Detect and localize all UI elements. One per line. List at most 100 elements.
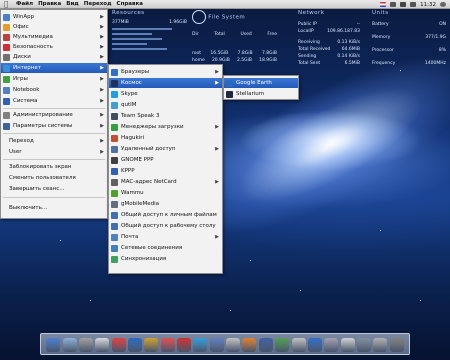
menu-item-label: Team Speak 3 bbox=[121, 113, 160, 119]
menu-item-user[interactable]: User ▶ bbox=[1, 147, 107, 157]
submenu-item-teamspeak[interactable]: Team Speak 3 bbox=[109, 111, 222, 121]
menu-view[interactable]: Вид bbox=[66, 1, 79, 7]
menu-help[interactable]: Справка bbox=[117, 1, 143, 7]
dock-app-icon[interactable] bbox=[340, 338, 355, 352]
menu-item-system[interactable]: Система ▶ bbox=[1, 96, 107, 106]
dock-app-icon[interactable] bbox=[373, 338, 388, 352]
conky-net-value: 0.13 KiB/s bbox=[337, 40, 360, 45]
conky-fs-cell: 18.9GiB bbox=[259, 58, 277, 63]
dock-app-icon[interactable] bbox=[209, 338, 224, 352]
dock-app-icon[interactable] bbox=[258, 338, 273, 352]
submenu-item-kppp[interactable]: KPPP bbox=[109, 166, 222, 176]
menu-item-office[interactable]: Офис ▶ bbox=[1, 22, 107, 32]
dock-app-icon[interactable] bbox=[291, 338, 306, 352]
submenu-item-browsers[interactable]: Браузеры ▶ bbox=[109, 67, 222, 77]
menu-item-administration[interactable]: Администрирование ▶ bbox=[1, 110, 107, 120]
menu-item-places[interactable]: Переход ▶ bbox=[1, 136, 107, 146]
conky-memory-total: 1.96GiB bbox=[169, 20, 187, 25]
submenu-item-skype[interactable]: Skype bbox=[109, 89, 222, 99]
submenu-arrow-icon: ▶ bbox=[100, 54, 104, 60]
apple-logo-icon[interactable]:  bbox=[4, 0, 12, 8]
menu-file[interactable]: Файл bbox=[16, 1, 33, 7]
dock-app-icon[interactable] bbox=[389, 338, 404, 352]
dock-app-icon[interactable] bbox=[193, 338, 208, 352]
menu-item-multimedia[interactable]: Мультимедиа ▶ bbox=[1, 32, 107, 42]
network-icon[interactable] bbox=[390, 2, 397, 7]
menu-item-label: Сменить пользователя bbox=[9, 175, 76, 181]
dock-app-icon[interactable] bbox=[144, 338, 159, 352]
menu-item-label: Завершить сеанс... bbox=[9, 186, 65, 192]
submenu-item-file-sharing[interactable]: Общий доступ к личным файлам bbox=[109, 210, 222, 220]
conky-fs-cell: root bbox=[192, 51, 202, 56]
volume-icon[interactable] bbox=[410, 2, 417, 7]
dock-app-icon[interactable] bbox=[357, 338, 371, 352]
menu-item-lock-screen[interactable]: Заблокировать экран bbox=[1, 162, 107, 172]
dock-app-icon[interactable] bbox=[62, 338, 77, 352]
internet-icon bbox=[3, 64, 10, 72]
application-menu: WinApp ▶ Офис ▶ Мультимедиа ▶ Безопасность ▶… bbox=[0, 9, 108, 219]
dock-app-icon[interactable] bbox=[242, 338, 257, 352]
submenu-item-space[interactable]: Космос ▶ bbox=[109, 78, 222, 88]
submenu-item-mac-address[interactable]: MAC-адрес NetCard ▶ bbox=[109, 177, 222, 187]
menu-item-winapp[interactable]: WinApp ▶ bbox=[1, 12, 107, 22]
submenu-item-network-connections[interactable]: Сетевые соединения bbox=[109, 243, 222, 253]
menu-item-label: Stellarium bbox=[236, 91, 265, 97]
dock-app-icon[interactable] bbox=[177, 338, 192, 352]
menu-item-label: qutIM bbox=[121, 102, 137, 108]
menu-item-notebook[interactable]: Notebook ▶ bbox=[1, 85, 107, 95]
submenu-item-mail[interactable]: Почта ▶ bbox=[109, 232, 222, 242]
menu-item-label: Hagukiri bbox=[121, 135, 144, 141]
menu-edit[interactable]: Правка bbox=[38, 1, 61, 7]
conky-unit-label: Memory bbox=[372, 35, 391, 40]
submenu-item-gnome-ppp[interactable]: GNOME PPP bbox=[109, 155, 222, 165]
flag-icon[interactable] bbox=[380, 2, 387, 7]
dock-app-icon[interactable] bbox=[324, 338, 339, 352]
menu-item-label: Общий доступ к рабочему столу bbox=[121, 223, 216, 229]
menu-item-label: Wammu bbox=[121, 190, 144, 196]
submenu-item-remote-access[interactable]: Удаленный доступ ▶ bbox=[109, 144, 222, 154]
submenu-arrow-icon: ▶ bbox=[100, 14, 104, 20]
dock-app-icon[interactable] bbox=[78, 338, 93, 352]
dock-app-icon[interactable] bbox=[307, 338, 322, 352]
battery-icon[interactable] bbox=[400, 2, 407, 7]
submenu-item-desktop-sharing[interactable]: Общий доступ к рабочему столу bbox=[109, 221, 222, 231]
menu-item-label: Переход bbox=[9, 138, 34, 144]
wammu-icon bbox=[111, 189, 118, 197]
submenu-item-qutim[interactable]: qutIM bbox=[109, 100, 222, 110]
search-icon[interactable] bbox=[440, 2, 446, 7]
dock-app-icon[interactable] bbox=[111, 338, 126, 352]
browser-icon bbox=[111, 68, 118, 76]
dock-app-icon[interactable] bbox=[46, 338, 61, 352]
menu-item-system-settings[interactable]: Параметры системы ▶ bbox=[1, 121, 107, 131]
submenu-item-gmobilemedia[interactable]: gMobileMedia bbox=[109, 199, 222, 209]
conky-fs-cell: 20.9GiB bbox=[211, 58, 230, 63]
conky-unit-value: ON bbox=[439, 22, 446, 27]
office-icon bbox=[3, 23, 10, 31]
menu-item-label: Удаленный доступ bbox=[121, 146, 176, 152]
conky-units-panel: Units Battery ON Memory 377/1.9G Processor… bbox=[372, 10, 446, 85]
dock-app-icon[interactable] bbox=[160, 338, 175, 352]
submenu-item-wammu[interactable]: Wammu bbox=[109, 188, 222, 198]
dock-app-icon[interactable] bbox=[226, 338, 241, 352]
submenu-item-download-managers[interactable]: Менеджеры загрузки ▶ bbox=[109, 122, 222, 132]
space-icon bbox=[111, 79, 118, 87]
dock-app-icon[interactable] bbox=[275, 338, 290, 352]
menu-item-security[interactable]: Безопасность ▶ bbox=[1, 42, 107, 52]
menu-go[interactable]: Переход bbox=[84, 1, 112, 7]
conky-net-value: 6.5MiB bbox=[344, 61, 360, 66]
submenu-item-google-earth[interactable]: Google Earth bbox=[224, 78, 298, 88]
menu-item-shut-down[interactable]: Выключить... bbox=[1, 203, 107, 213]
menu-item-disks[interactable]: Диски ▶ bbox=[1, 52, 107, 62]
menu-item-label: Skype bbox=[121, 91, 138, 97]
submenu-item-hagukiri[interactable]: Hagukiri bbox=[109, 133, 222, 143]
dock-app-icon[interactable] bbox=[127, 338, 142, 352]
menu-item-log-out[interactable]: Завершить сеанс... bbox=[1, 184, 107, 194]
menu-item-games[interactable]: Игры ▶ bbox=[1, 74, 107, 84]
clock[interactable]: 11:32 bbox=[420, 2, 436, 8]
submenu-item-stellarium[interactable]: Stellarium bbox=[224, 89, 298, 99]
submenu-item-sync[interactable]: Синхронизация bbox=[109, 254, 222, 264]
menu-item-internet[interactable]: Интернет ▶ bbox=[1, 63, 107, 73]
dock-app-icon[interactable] bbox=[95, 338, 110, 352]
conky-fs-col: Dir bbox=[192, 32, 199, 37]
menu-item-switch-user[interactable]: Сменить пользователя bbox=[1, 173, 107, 183]
